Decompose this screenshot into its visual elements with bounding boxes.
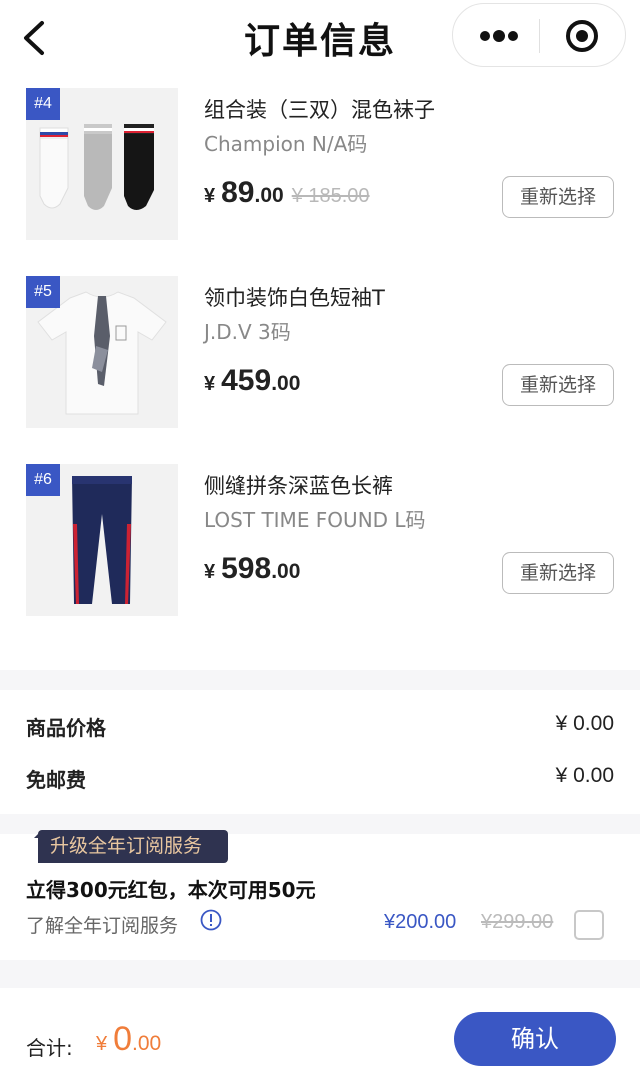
price-integer: 89 (221, 176, 255, 209)
shipping-value: ¥ 0.00 (555, 764, 614, 787)
subscription-tag: 升级全年订阅服务 (34, 830, 228, 863)
total-amount: ¥0.00 (96, 1020, 161, 1059)
product-image[interactable]: #4 (26, 88, 178, 240)
order-item: #4 组合装（三双）混色袜子 Champion N/A码 ¥89.00 ¥ 185… (0, 88, 640, 240)
goods-price-value: ¥ 0.00 (555, 712, 614, 735)
item-name: 领巾装饰白色短袖T (204, 286, 385, 310)
price-decimal: .00 (271, 560, 301, 583)
product-image[interactable]: #5 (26, 276, 178, 428)
shipping-label: 免邮费 (26, 768, 86, 792)
target-circle-icon (566, 20, 598, 52)
reselect-button[interactable]: 重新选择 (502, 552, 614, 594)
subscription-price: ¥200.00 (384, 911, 457, 933)
capsule-divider (539, 19, 540, 53)
item-spec: J.D.V 3码 (204, 320, 291, 344)
nav-bar: 订单信息 (0, 0, 640, 76)
order-item: #6 侧缝拼条深蓝色长裤 LOST TIME FOUND L码 ¥598.00 … (0, 464, 640, 616)
more-button[interactable] (479, 24, 519, 48)
item-name: 侧缝拼条深蓝色长裤 (204, 474, 393, 498)
subscription-original-price: ¥299.00 (481, 911, 554, 933)
section-divider (0, 670, 640, 690)
item-price: ¥598.00 (204, 552, 308, 592)
item-index-badge: #5 (26, 276, 60, 308)
checkout-footer: 合计: ¥0.00 确认 (0, 988, 640, 1090)
order-item: #5 领巾装饰白色短袖T J.D.V 3码 ¥459.00 重新选择 (0, 276, 640, 428)
item-spec: LOST TIME FOUND L码 (204, 508, 426, 532)
subscription-title: 立得300元红包，本次可用50元 (26, 878, 316, 902)
price-decimal: .00 (254, 184, 284, 207)
info-icon[interactable] (200, 909, 222, 931)
total-label: 合计: (26, 1036, 73, 1060)
subscription-learn-more[interactable]: 了解全年订阅服务 (26, 911, 178, 938)
section-divider (0, 960, 640, 988)
product-image[interactable]: #6 (26, 464, 178, 616)
confirm-button[interactable]: 确认 (454, 1012, 616, 1066)
item-price: ¥89.00 ¥ 185.00 (204, 176, 370, 216)
item-index-badge: #4 (26, 88, 60, 120)
item-index-badge: #6 (26, 464, 60, 496)
price-currency: ¥ (204, 561, 216, 583)
shipping-row: 免邮费 ¥ 0.00 (0, 758, 640, 798)
subscription-checkbox[interactable] (574, 910, 604, 940)
item-price: ¥459.00 (204, 364, 308, 404)
total-decimal: .00 (132, 1032, 162, 1055)
price-decimal: .00 (271, 372, 301, 395)
price-integer: 459 (221, 364, 272, 397)
price-integer: 598 (221, 552, 272, 585)
item-name: 组合装（三双）混色袜子 (204, 98, 435, 122)
original-price: ¥ 185.00 (291, 185, 370, 207)
total-currency: ¥ (96, 1033, 108, 1055)
more-dots-icon (480, 30, 518, 42)
goods-price-row: 商品价格 ¥ 0.00 (0, 706, 640, 746)
reselect-button[interactable]: 重新选择 (502, 176, 614, 218)
price-currency: ¥ (204, 185, 216, 207)
price-currency: ¥ (204, 373, 216, 395)
reselect-button[interactable]: 重新选择 (502, 364, 614, 406)
mini-program-capsule (452, 3, 626, 67)
item-spec: Champion N/A码 (204, 132, 368, 156)
close-button[interactable] (565, 19, 599, 53)
total-integer: 0 (113, 1020, 133, 1058)
goods-price-label: 商品价格 (26, 716, 106, 740)
